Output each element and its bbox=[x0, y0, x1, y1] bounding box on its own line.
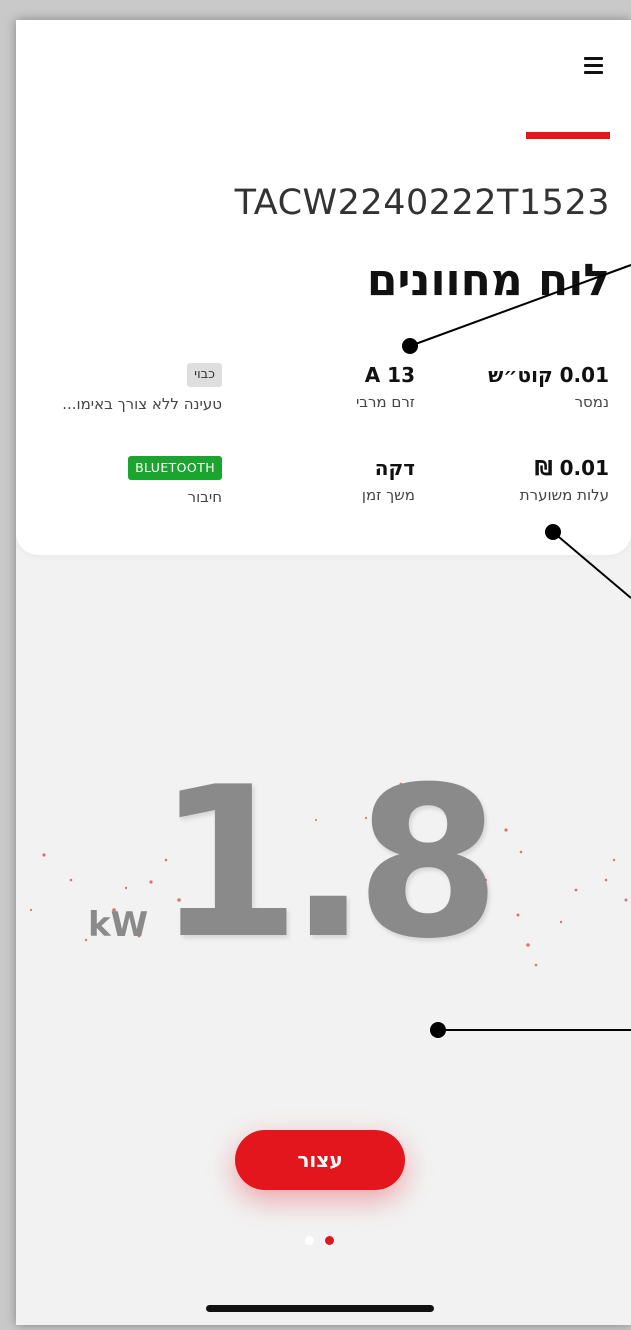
accent-line bbox=[526, 132, 610, 139]
power-unit: kW bbox=[88, 905, 149, 945]
stat-energy-label: נמסר bbox=[574, 393, 609, 411]
stat-cost-label: עלות משוערת bbox=[519, 486, 609, 504]
stat-connection-label: חיבור bbox=[187, 488, 222, 506]
page-title: לוח מחוונים bbox=[366, 255, 610, 306]
dashboard-card: TACW2240222T1523 לוח מחוונים 0.01 קוט״ש … bbox=[16, 20, 631, 555]
stat-connection: BLUETOOTH חיבור bbox=[128, 456, 222, 506]
stat-duration-label: משך זמן bbox=[361, 486, 415, 504]
stat-current-value: 13 A bbox=[364, 363, 415, 387]
page-dot-active[interactable] bbox=[325, 1236, 334, 1245]
stat-mode-label: טעינה ללא צורך באימו... bbox=[62, 395, 222, 413]
stat-current: 13 A זרם מרבי bbox=[356, 363, 415, 411]
stat-cost-value: 0.01 ₪ bbox=[534, 456, 609, 480]
stat-energy-value: 0.01 קוט״ש bbox=[488, 363, 609, 387]
stat-cost: 0.01 ₪ עלות משוערת bbox=[520, 456, 609, 504]
stat-current-label: זרם מרבי bbox=[355, 393, 415, 411]
stat-energy: 0.01 קוט״ש נמסר bbox=[488, 363, 609, 411]
page-indicator[interactable] bbox=[305, 1236, 334, 1245]
status-badge-off: כבוי bbox=[187, 363, 222, 387]
stat-duration-value: דקה bbox=[374, 456, 415, 480]
stat-duration: דקה משך זמן bbox=[362, 456, 415, 504]
phone-screen: TACW2240222T1523 לוח מחוונים 0.01 קוט״ש … bbox=[16, 20, 631, 1325]
stop-button[interactable]: עצור bbox=[235, 1130, 405, 1190]
page-dot[interactable] bbox=[305, 1236, 314, 1245]
hamburger-menu-icon[interactable] bbox=[584, 57, 603, 74]
device-serial: TACW2240222T1523 bbox=[234, 183, 610, 223]
connection-badge: BLUETOOTH bbox=[128, 456, 222, 480]
home-indicator[interactable] bbox=[206, 1305, 434, 1312]
power-value: 1.8 bbox=[156, 743, 500, 985]
stat-mode: כבוי טעינה ללא צורך באימו... bbox=[62, 363, 222, 413]
